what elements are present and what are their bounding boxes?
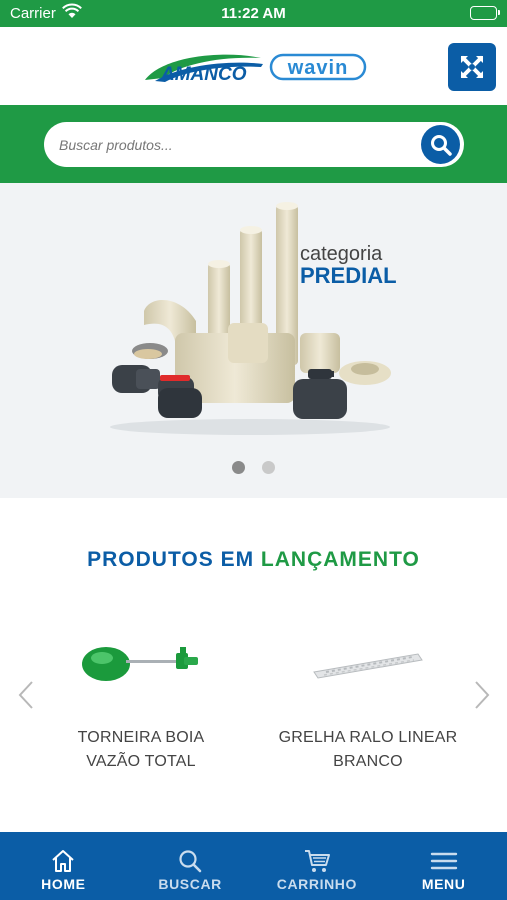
crossed-arrows-icon	[461, 56, 483, 78]
clock: 11:22 AM	[221, 5, 286, 22]
banner-category-label: categoria	[300, 243, 383, 265]
tab-carrinho[interactable]: CARRINHO	[254, 832, 381, 900]
hamburger-icon	[380, 848, 507, 874]
brand-wavin-text: wavin	[287, 57, 349, 79]
banner-category-name: PREDIAL	[300, 263, 397, 288]
search-button[interactable]	[421, 125, 460, 164]
tab-buscar[interactable]: BUSCAR	[127, 832, 254, 900]
chevron-right-icon[interactable]	[472, 680, 492, 710]
product-name-line2: BRANCO	[333, 753, 403, 770]
search-input[interactable]	[59, 122, 409, 167]
tab-carrinho-label: CARRINHO	[276, 876, 357, 892]
tab-menu-label: MENU	[421, 876, 466, 892]
home-icon	[0, 848, 127, 874]
carousel-indicator	[0, 461, 507, 479]
carousel-dot-2[interactable]	[261, 461, 275, 474]
tab-menu[interactable]: MENU	[380, 832, 507, 900]
product-name-line1: GRELHA RALO LINEAR	[278, 729, 458, 746]
product-card[interactable]: TORNEIRA BOIA VAZÃO TOTAL	[41, 618, 241, 774]
search-icon	[127, 848, 254, 874]
section-title: PRODUTOS EM LANÇAMENTO	[0, 548, 507, 572]
drain-grate-image	[268, 618, 468, 708]
float-valve-image	[41, 618, 241, 708]
crossed-arrows-button[interactable]	[448, 43, 496, 91]
promo-banner[interactable]: categoria PREDIAL	[0, 183, 507, 498]
search-box	[44, 122, 464, 167]
brand-logo[interactable]: AMANCO wavin	[143, 50, 367, 86]
search-icon	[430, 134, 452, 156]
product-card[interactable]: GRELHA RALO LINEAR BRANCO	[268, 618, 468, 774]
brand-amanco-text: AMANCO	[160, 64, 247, 85]
section-title-part1: PRODUTOS EM	[87, 548, 255, 571]
product-name-line2: VAZÃO TOTAL	[86, 753, 196, 770]
tab-home[interactable]: HOME	[0, 832, 127, 900]
search-bar	[0, 105, 507, 183]
status-bar: Carrier 11:22 AM	[0, 0, 507, 27]
product-name-line1: TORNEIRA BOIA	[77, 729, 205, 746]
chevron-left-icon[interactable]	[16, 680, 36, 710]
cart-icon	[254, 848, 381, 874]
launch-products-section: PRODUTOS EM LANÇAMENTO TORNEIRA BOIA VAZ…	[0, 498, 507, 832]
tab-home-label: HOME	[41, 876, 86, 892]
section-title-part2: LANÇAMENTO	[260, 548, 420, 571]
carousel-dot-1[interactable]	[232, 461, 246, 474]
battery-icon	[470, 6, 500, 20]
tab-buscar-label: BUSCAR	[158, 876, 222, 892]
app-header: AMANCO wavin	[0, 27, 507, 105]
pipe-fittings-image	[110, 202, 391, 435]
bottom-tab-bar: HOME BUSCAR CARRINHO MENU	[0, 832, 507, 900]
